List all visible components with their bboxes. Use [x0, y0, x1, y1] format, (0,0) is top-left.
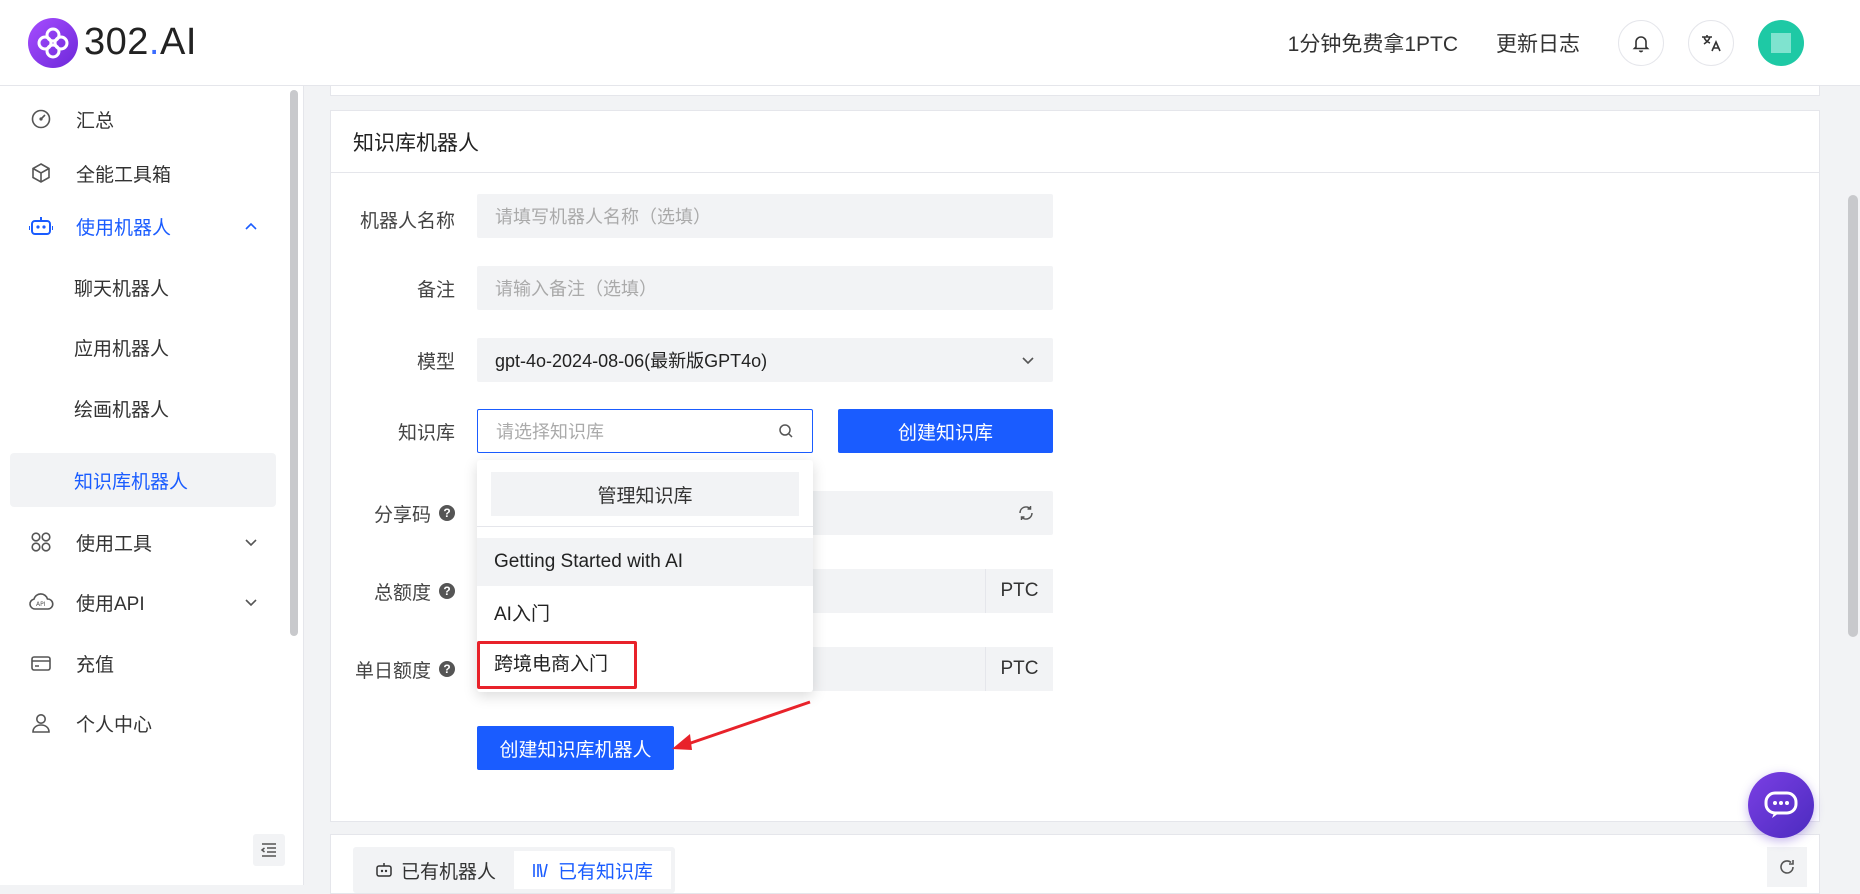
- grid-icon: [28, 529, 54, 555]
- user-icon: [28, 710, 54, 736]
- refresh-icon[interactable]: [1017, 504, 1035, 522]
- bell-icon: [1632, 35, 1650, 52]
- robot-icon: [375, 862, 393, 878]
- kb-dropdown: 管理知识库 Getting Started with AI AI入门 跨境电商入…: [477, 460, 813, 692]
- chevron-down-icon: [245, 599, 257, 607]
- language-button[interactable]: [1688, 19, 1734, 66]
- search-icon: [779, 424, 793, 438]
- create-kb-bot-button[interactable]: 创建知识库机器人: [477, 726, 674, 770]
- remark-label: 备注: [416, 279, 455, 301]
- sidebar-item-label: 全能工具箱: [76, 164, 172, 186]
- sidebar-item-label: 应用机器人: [74, 338, 170, 360]
- notification-button[interactable]: [1618, 19, 1664, 66]
- sidebar-item-app-bot[interactable]: 应用机器人: [10, 320, 276, 374]
- sidebar-item-chat-bot[interactable]: 聊天机器人: [10, 260, 276, 314]
- list-tabs: 已有机器人 已有知识库: [353, 847, 676, 893]
- annotation-arrow: [672, 700, 811, 750]
- sidebar-item-label: 使用API: [76, 593, 145, 615]
- sidebar-item-summary[interactable]: 汇总: [10, 92, 276, 146]
- kb-label: 知识库: [397, 422, 455, 444]
- sidebar-item-recharge[interactable]: 充值: [10, 636, 276, 690]
- sidebar-item-use-tools[interactable]: 使用工具: [10, 515, 276, 569]
- kb-option[interactable]: Getting Started with AI: [477, 538, 813, 586]
- support-chat-button[interactable]: [1748, 772, 1814, 838]
- sidebar-item-label: 汇总: [76, 110, 115, 132]
- sidebar-item-label: 知识库机器人: [74, 471, 189, 493]
- sidebar-item-profile[interactable]: 个人中心: [10, 696, 276, 750]
- help-icon[interactable]: ?: [439, 661, 455, 677]
- model-select-value: gpt-4o-2024-08-06(最新版GPT4o): [495, 351, 768, 371]
- logo-icon: [28, 17, 78, 68]
- remark-input[interactable]: 请输入备注（选填）: [477, 266, 1053, 310]
- brand-name: 302.AI: [84, 21, 197, 63]
- kb-option[interactable]: 跨境电商入门: [477, 638, 813, 686]
- sidebar-item-draw-bot[interactable]: 绘画机器人: [10, 381, 276, 435]
- chevron-down-icon: [245, 539, 257, 547]
- card-icon: [28, 650, 54, 676]
- total-quota-unit: PTC: [985, 569, 1053, 613]
- sidebar-scrollbar[interactable]: [290, 90, 298, 636]
- sidebar: 汇总 全能工具箱 使用机器人 聊天机器人 应用机器人 绘画机器人 知识库机器人 …: [0, 86, 304, 885]
- sidebar-item-use-api[interactable]: API 使用API: [10, 575, 276, 629]
- tab-existing-kb[interactable]: 已有知识库: [514, 851, 672, 889]
- help-icon[interactable]: ?: [439, 505, 455, 521]
- sidebar-item-label: 使用工具: [76, 533, 153, 555]
- total-quota-label: 总额度?: [330, 569, 455, 613]
- cube-icon: [28, 160, 54, 186]
- svg-text:API: API: [36, 601, 46, 608]
- sidebar-item-kb-bot[interactable]: 知识库机器人: [10, 453, 276, 507]
- books-icon: [532, 862, 550, 878]
- cloud-api-icon: API: [28, 589, 54, 615]
- sidebar-item-label: 充值: [76, 654, 115, 676]
- chevron-up-icon: [245, 222, 257, 230]
- card-title: 知识库机器人: [331, 111, 1819, 173]
- existing-list-card: 已有机器人 已有知识库: [330, 834, 1820, 894]
- model-label: 模型: [416, 351, 455, 373]
- tab-existing-bots[interactable]: 已有机器人: [357, 851, 514, 889]
- kb-select-input[interactable]: 请选择知识库: [477, 409, 813, 453]
- free-ptc-link[interactable]: 1分钟免费拿1PTC: [1288, 28, 1458, 58]
- chevron-down-icon: [1022, 357, 1034, 365]
- daily-quota-label: 单日额度?: [330, 647, 455, 691]
- changelog-link[interactable]: 更新日志: [1496, 28, 1580, 58]
- kb-option[interactable]: AI入门: [477, 588, 813, 636]
- previous-card-edge: [330, 86, 1820, 96]
- share-code-label: 分享码?: [330, 491, 455, 535]
- refresh-list-button[interactable]: [1767, 847, 1807, 887]
- sidebar-item-label: 个人中心: [76, 714, 153, 736]
- manage-kb-button[interactable]: 管理知识库: [491, 472, 799, 516]
- help-icon[interactable]: ?: [439, 583, 455, 599]
- user-avatar[interactable]: [1758, 19, 1804, 66]
- translate-icon: [1702, 34, 1721, 51]
- chat-bubble-icon: [1764, 791, 1798, 818]
- main-scrollbar[interactable]: [1848, 195, 1858, 637]
- sidebar-item-toolbox[interactable]: 全能工具箱: [10, 146, 276, 200]
- sidebar-item-use-bots[interactable]: 使用机器人: [10, 199, 276, 253]
- model-select[interactable]: gpt-4o-2024-08-06(最新版GPT4o): [477, 338, 1053, 382]
- bot-name-label: 机器人名称: [359, 210, 455, 232]
- bot-name-input[interactable]: 请填写机器人名称（选填）: [477, 194, 1053, 238]
- collapse-sidebar-button[interactable]: [253, 834, 285, 866]
- create-kb-button[interactable]: 创建知识库: [838, 409, 1053, 453]
- top-header: 302.AI 1分钟免费拿1PTC 更新日志: [0, 0, 1860, 86]
- daily-quota-unit: PTC: [985, 647, 1053, 691]
- dashboard-icon: [28, 106, 54, 132]
- brand-logo[interactable]: 302.AI: [28, 17, 197, 68]
- sidebar-item-label: 使用机器人: [76, 217, 172, 239]
- sidebar-item-label: 绘画机器人: [74, 399, 170, 421]
- robot-icon: [28, 213, 54, 239]
- dropdown-divider: [477, 526, 813, 527]
- refresh-icon: [1780, 860, 1794, 874]
- collapse-icon: [260, 843, 276, 857]
- sidebar-item-label: 聊天机器人: [74, 278, 170, 300]
